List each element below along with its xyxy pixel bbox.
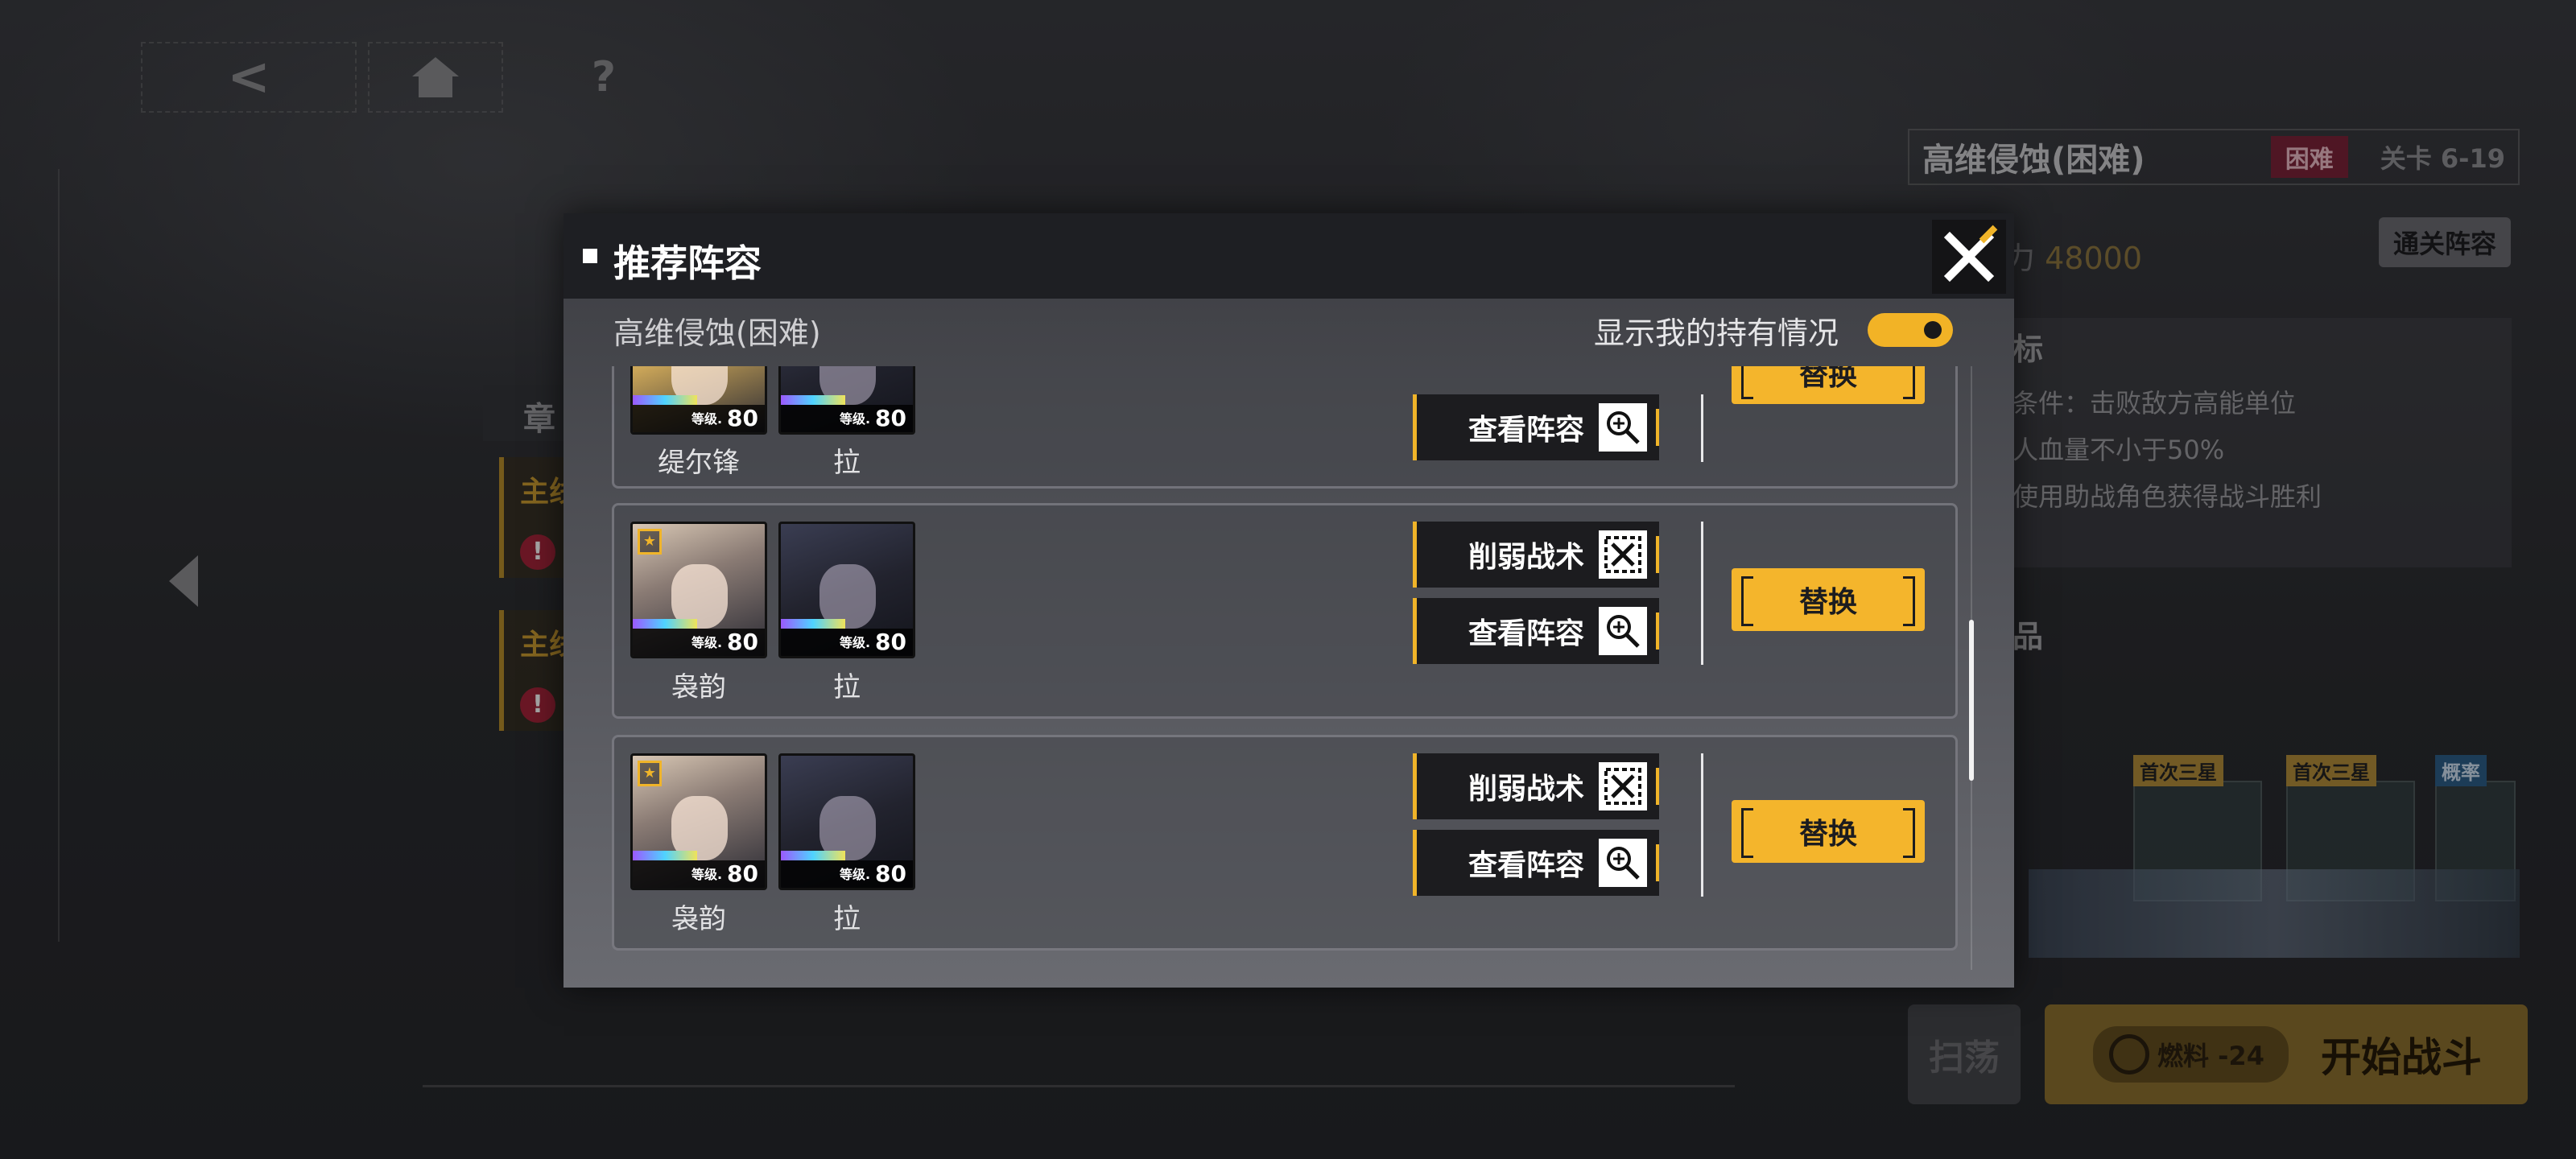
view-team-label: 查看阵容 bbox=[1468, 617, 1585, 650]
level-value: 80 bbox=[875, 405, 906, 431]
magnifier-icon bbox=[1599, 839, 1648, 887]
replace-button[interactable]: 替换 bbox=[1732, 366, 1925, 404]
button-edge bbox=[1656, 536, 1659, 573]
recommended-team-modal: 推荐阵容 高维侵蚀(困难) 显示我的持有情况 等级. 80 缇尔锋 等级. 80 拉… bbox=[564, 213, 2014, 988]
crosshair-icon bbox=[1599, 530, 1648, 579]
divider bbox=[1701, 522, 1703, 665]
divider bbox=[1701, 394, 1703, 462]
modal-header: 推荐阵容 bbox=[564, 213, 2014, 299]
level-value: 80 bbox=[727, 629, 758, 655]
button-edge bbox=[1656, 409, 1659, 446]
rank-icon: ★ bbox=[638, 761, 662, 786]
team-list[interactable]: 等级. 80 缇尔锋 等级. 80 拉 查看阵容 替换 ★ 等级. 80 袅韵 … bbox=[609, 366, 1961, 970]
character-name: 袅韵 bbox=[671, 671, 726, 703]
toggle-knob bbox=[1924, 321, 1942, 339]
replace-button[interactable]: 替换 bbox=[1732, 568, 1925, 631]
team-card: ★ 等级. 80 袅韵 等级. 80 拉 削弱战术 查看阵容 替换 bbox=[612, 735, 1958, 951]
divider bbox=[1701, 753, 1703, 897]
character-portrait[interactable]: 等级. 80 bbox=[778, 522, 915, 658]
rarity-glow bbox=[633, 395, 697, 405]
view-team-label: 查看阵容 bbox=[1468, 414, 1585, 447]
character-name: 缇尔锋 bbox=[658, 447, 740, 479]
level-prefix: 等级. bbox=[839, 867, 871, 882]
level-prefix: 等级. bbox=[839, 635, 871, 650]
character-name: 袅韵 bbox=[671, 903, 726, 935]
character-name: 拉 bbox=[833, 671, 861, 703]
weaken-tactic-label: 削弱战术 bbox=[1468, 541, 1585, 574]
rarity-glow bbox=[781, 395, 845, 405]
rarity-glow bbox=[633, 851, 697, 860]
magnifier-icon bbox=[1599, 403, 1648, 452]
character-portrait[interactable]: 等级. 80 bbox=[778, 366, 915, 435]
rank-icon: ★ bbox=[638, 529, 662, 555]
level-prefix: 等级. bbox=[691, 411, 723, 427]
character-portrait[interactable]: ★ 等级. 80 bbox=[630, 522, 767, 658]
level-badge: 等级. 80 bbox=[633, 405, 765, 432]
character-portrait[interactable]: 等级. 80 bbox=[630, 366, 767, 435]
character-portrait[interactable]: ★ 等级. 80 bbox=[630, 753, 767, 890]
stage-subtitle: 高维侵蚀(困难) bbox=[613, 316, 821, 351]
ownership-toggle-label: 显示我的持有情况 bbox=[1594, 316, 1839, 351]
scrollbar-thumb[interactable] bbox=[1969, 620, 1974, 781]
character-portrait[interactable]: 等级. 80 bbox=[778, 753, 915, 890]
view-team-label: 查看阵容 bbox=[1468, 849, 1585, 882]
rarity-glow bbox=[781, 619, 845, 629]
rarity-glow bbox=[633, 619, 697, 629]
level-prefix: 等级. bbox=[691, 867, 723, 882]
level-badge: 等级. 80 bbox=[633, 860, 765, 888]
ownership-toggle[interactable] bbox=[1868, 313, 1953, 347]
view-team-button[interactable]: 查看阵容 bbox=[1413, 598, 1659, 664]
view-team-button[interactable]: 查看阵容 bbox=[1413, 394, 1659, 460]
level-value: 80 bbox=[727, 405, 758, 431]
level-value: 80 bbox=[727, 860, 758, 887]
level-badge: 等级. 80 bbox=[633, 629, 765, 656]
level-prefix: 等级. bbox=[691, 635, 723, 650]
close-button[interactable] bbox=[1932, 220, 2006, 294]
weaken-tactic-label: 削弱战术 bbox=[1468, 773, 1585, 806]
crosshair-icon bbox=[1599, 762, 1648, 810]
button-edge bbox=[1656, 844, 1659, 881]
modal-title: 推荐阵容 bbox=[613, 241, 762, 285]
button-edge bbox=[1656, 768, 1659, 805]
rarity-glow bbox=[781, 851, 845, 860]
level-badge: 等级. 80 bbox=[781, 405, 913, 432]
character-name: 拉 bbox=[833, 903, 861, 935]
weaken-tactic-button[interactable]: 削弱战术 bbox=[1413, 753, 1659, 819]
magnifier-icon bbox=[1599, 607, 1648, 655]
title-square-icon bbox=[583, 249, 597, 263]
view-team-button[interactable]: 查看阵容 bbox=[1413, 830, 1659, 896]
team-card: 等级. 80 缇尔锋 等级. 80 拉 查看阵容 替换 bbox=[612, 366, 1958, 489]
level-value: 80 bbox=[875, 629, 906, 655]
level-badge: 等级. 80 bbox=[781, 860, 913, 888]
level-badge: 等级. 80 bbox=[781, 629, 913, 656]
button-edge bbox=[1656, 612, 1659, 650]
team-card: ★ 等级. 80 袅韵 等级. 80 拉 削弱战术 查看阵容 替换 bbox=[612, 503, 1958, 719]
weaken-tactic-button[interactable]: 削弱战术 bbox=[1413, 522, 1659, 588]
level-prefix: 等级. bbox=[839, 411, 871, 427]
character-name: 拉 bbox=[833, 447, 861, 479]
level-value: 80 bbox=[875, 860, 906, 887]
replace-button[interactable]: 替换 bbox=[1732, 800, 1925, 863]
